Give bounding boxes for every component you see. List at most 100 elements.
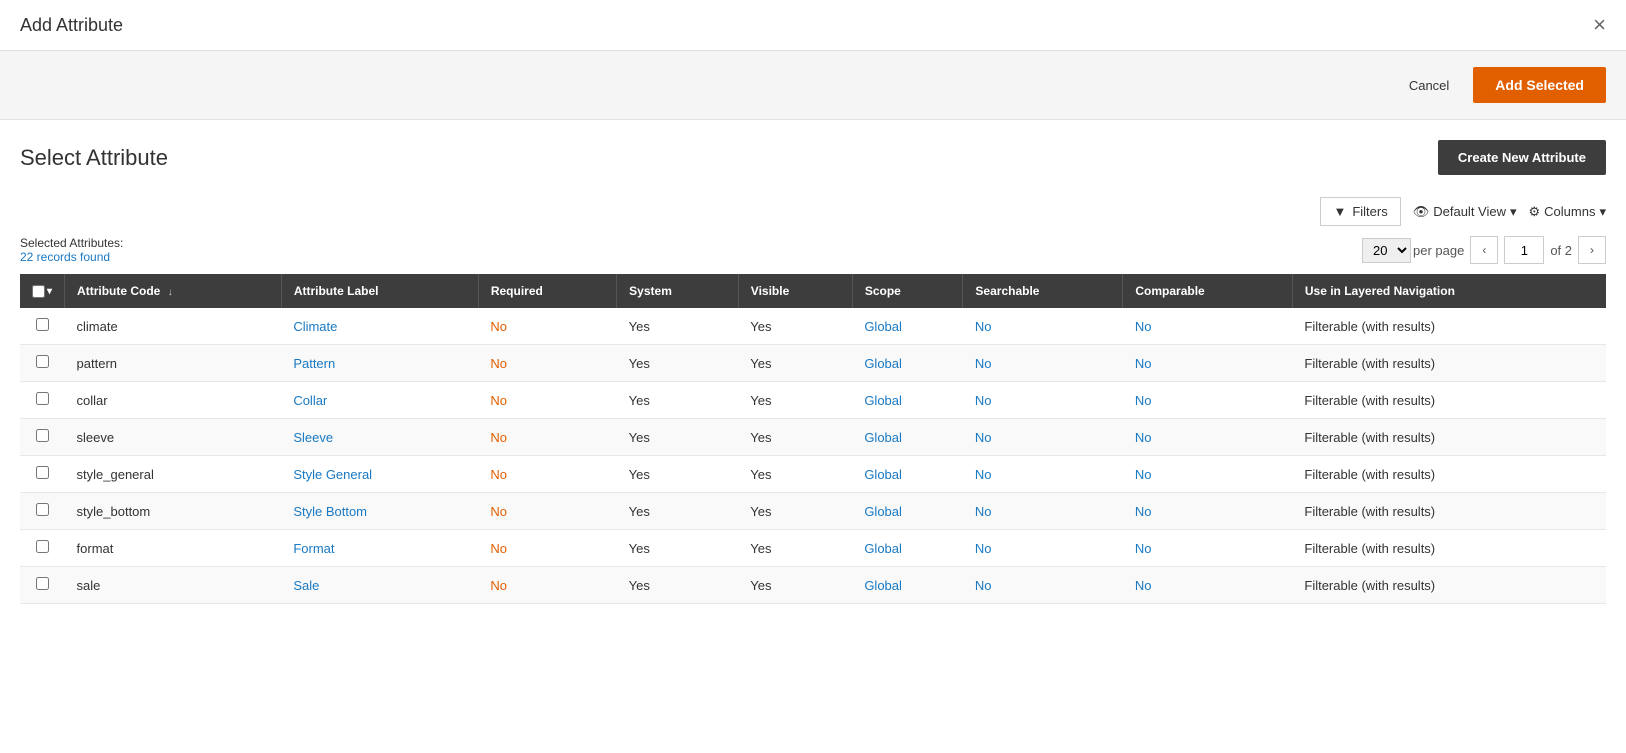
th-attribute-code[interactable]: Attribute Code ↓ [65, 274, 282, 308]
attribute-label-link[interactable]: Pattern [293, 356, 335, 371]
cell-attribute-label: Style Bottom [281, 493, 478, 530]
row-checkbox-cell [20, 456, 65, 493]
cell-attribute-label: Climate [281, 308, 478, 345]
default-view-button[interactable]: 👁 Default View ▾ [1413, 204, 1517, 220]
filters-label: Filters [1352, 204, 1387, 219]
filters-button[interactable]: ▼ Filters [1320, 197, 1400, 226]
cell-required: No [478, 493, 616, 530]
row-checkbox-0[interactable] [36, 318, 49, 331]
cell-attribute-code: sleeve [65, 419, 282, 456]
cell-layered-nav: Filterable (with results) [1292, 382, 1606, 419]
attribute-label-link[interactable]: Climate [293, 319, 337, 334]
cell-visible: Yes [738, 567, 852, 604]
columns-button[interactable]: ⚙ Columns ▾ [1529, 204, 1606, 220]
cell-scope: Global [852, 530, 963, 567]
gear-icon: ⚙ [1529, 204, 1541, 220]
cell-attribute-code: sale [65, 567, 282, 604]
table-row: patternPatternNoYesYesGlobalNoNoFilterab… [20, 345, 1606, 382]
th-visible[interactable]: Visible [738, 274, 852, 308]
cell-attribute-code: climate [65, 308, 282, 345]
attribute-label-link[interactable]: Collar [293, 393, 327, 408]
default-view-label: Default View [1433, 204, 1506, 219]
cell-system: Yes [617, 419, 739, 456]
attribute-label-link[interactable]: Format [293, 541, 334, 556]
cell-visible: Yes [738, 493, 852, 530]
modal-header: Add Attribute × [0, 0, 1626, 51]
current-page-input[interactable] [1504, 236, 1544, 264]
row-checkbox-3[interactable] [36, 429, 49, 442]
attribute-label-link[interactable]: Sleeve [293, 430, 333, 445]
cell-attribute-code: pattern [65, 345, 282, 382]
cell-searchable: No [963, 419, 1123, 456]
th-searchable-label: Searchable [975, 284, 1039, 298]
table-row: saleSaleNoYesYesGlobalNoNoFilterable (wi… [20, 567, 1606, 604]
row-checkbox-cell [20, 382, 65, 419]
columns-label: Columns [1544, 204, 1595, 219]
th-attribute-code-label: Attribute Code [77, 284, 160, 298]
table-row: formatFormatNoYesYesGlobalNoNoFilterable… [20, 530, 1606, 567]
th-layered-nav[interactable]: Use in Layered Navigation [1292, 274, 1606, 308]
cell-attribute-label: Style General [281, 456, 478, 493]
cell-layered-nav: Filterable (with results) [1292, 567, 1606, 604]
sort-arrow-icon: ↓ [168, 287, 173, 298]
row-checkbox-5[interactable] [36, 503, 49, 516]
per-page-select: 20 30 50 per page [1362, 238, 1464, 263]
th-attribute-label[interactable]: Attribute Label [281, 274, 478, 308]
records-found-link[interactable]: 22 records found [20, 250, 110, 264]
close-button[interactable]: × [1593, 14, 1606, 36]
pagination-row: Selected Attributes: 22 records found 20… [0, 230, 1626, 274]
prev-page-button[interactable]: ‹ [1470, 236, 1498, 264]
add-selected-button[interactable]: Add Selected [1473, 67, 1606, 103]
cell-scope: Global [852, 345, 963, 382]
th-required[interactable]: Required [478, 274, 616, 308]
cell-required: No [478, 567, 616, 604]
attribute-label-link[interactable]: Style General [293, 467, 372, 482]
per-page-label: per page [1413, 243, 1464, 258]
th-scope[interactable]: Scope [852, 274, 963, 308]
section-title: Select Attribute [20, 145, 168, 171]
cell-comparable: No [1123, 567, 1293, 604]
per-page-dropdown[interactable]: 20 30 50 [1362, 238, 1411, 263]
cell-system: Yes [617, 456, 739, 493]
cell-visible: Yes [738, 308, 852, 345]
table-row: collarCollarNoYesYesGlobalNoNoFilterable… [20, 382, 1606, 419]
create-new-attribute-button[interactable]: Create New Attribute [1438, 140, 1606, 175]
cell-scope: Global [852, 456, 963, 493]
cell-attribute-label: Pattern [281, 345, 478, 382]
pagination-controls: 20 30 50 per page ‹ of 2 › [1362, 236, 1606, 264]
modal-title: Add Attribute [20, 15, 123, 36]
cell-system: Yes [617, 345, 739, 382]
select-all-dropdown-icon[interactable]: ▾ [47, 286, 52, 297]
select-all-checkbox[interactable] [32, 285, 45, 298]
cell-required: No [478, 382, 616, 419]
attribute-label-link[interactable]: Sale [293, 578, 319, 593]
cancel-button[interactable]: Cancel [1397, 72, 1461, 99]
cell-comparable: No [1123, 419, 1293, 456]
cell-attribute-code: format [65, 530, 282, 567]
th-system[interactable]: System [617, 274, 739, 308]
row-checkbox-2[interactable] [36, 392, 49, 405]
cell-required: No [478, 419, 616, 456]
cell-scope: Global [852, 308, 963, 345]
row-checkbox-7[interactable] [36, 577, 49, 590]
row-checkbox-1[interactable] [36, 355, 49, 368]
cell-attribute-code: style_bottom [65, 493, 282, 530]
view-chevron-icon: ▾ [1510, 204, 1517, 220]
table-header-row: ▾ Attribute Code ↓ Attribute Label Requi… [20, 274, 1606, 308]
row-checkbox-6[interactable] [36, 540, 49, 553]
cell-layered-nav: Filterable (with results) [1292, 493, 1606, 530]
next-page-button[interactable]: › [1578, 236, 1606, 264]
table-row: sleeveSleeveNoYesYesGlobalNoNoFilterable… [20, 419, 1606, 456]
attribute-label-link[interactable]: Style Bottom [293, 504, 367, 519]
cell-searchable: No [963, 493, 1123, 530]
attributes-table: ▾ Attribute Code ↓ Attribute Label Requi… [20, 274, 1606, 604]
cell-system: Yes [617, 308, 739, 345]
cell-layered-nav: Filterable (with results) [1292, 456, 1606, 493]
cell-required: No [478, 456, 616, 493]
row-checkbox-4[interactable] [36, 466, 49, 479]
toolbar: Cancel Add Selected [0, 51, 1626, 120]
th-searchable[interactable]: Searchable [963, 274, 1123, 308]
th-comparable[interactable]: Comparable [1123, 274, 1293, 308]
cell-attribute-label: Sleeve [281, 419, 478, 456]
cell-scope: Global [852, 382, 963, 419]
